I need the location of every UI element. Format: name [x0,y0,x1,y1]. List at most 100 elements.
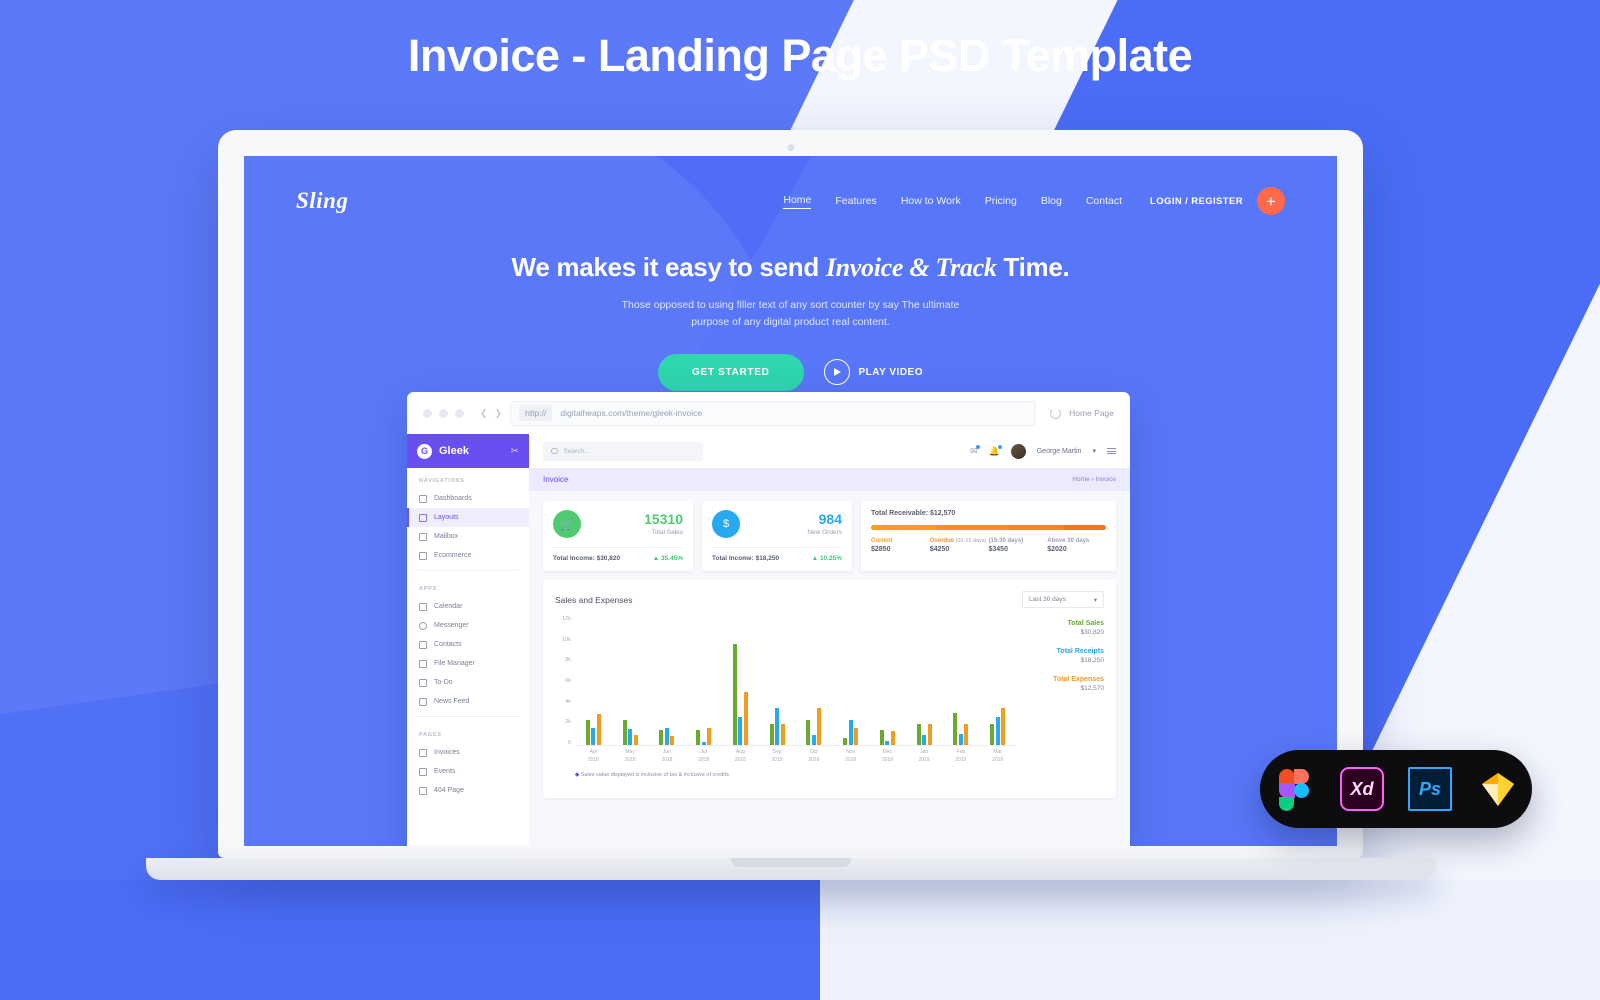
bar-group [732,644,748,745]
sidebar-item-news-feed[interactable]: News Feed [407,692,529,711]
legend-value: $18,250 [1080,657,1105,664]
bar-group [916,723,932,745]
chart-note: ◆ Sales value displayed is inclusive of … [575,772,1016,778]
x-tick-label: Jun 2018 [661,749,673,763]
nav-item-pricing[interactable]: Pricing [985,195,1017,207]
segment-15-30 [1007,525,1064,530]
segment-label: Current [871,538,893,544]
receivable-col-above-30: Above 30 days $2020 [1047,538,1106,553]
login-register-link[interactable]: LOGIN / REGISTER [1150,196,1243,207]
minimize-icon[interactable] [439,408,448,418]
search-icon [551,447,558,455]
play-video-button[interactable]: PLAY VIDEO [823,359,923,386]
bar [885,740,890,745]
y-tick-label: 10k [562,636,571,643]
nav-item-contact[interactable]: Contact [1086,195,1122,207]
nav-item-how-to-work[interactable]: How to Work [901,195,961,207]
plus-icon[interactable]: + [1257,187,1285,215]
date-range-value: Last 30 days [1029,596,1066,603]
laptop-body: Sling Home Features How to Work Pricing … [218,130,1363,858]
user-name[interactable]: George Martin [1037,448,1082,455]
close-icon[interactable] [423,408,432,418]
stat-income: Total Income: $18,250 [712,555,780,562]
headline-part-2: Time. [996,252,1070,282]
hamburger-menu-icon[interactable] [1107,448,1116,454]
forward-arrow-icon[interactable]: ❯ [495,408,503,419]
legend-item-total-receipts: Total Receipts $18,250 [1024,648,1104,664]
bar [890,731,895,745]
bar [811,734,816,745]
sidebar-item-messenger[interactable]: Messenger [407,616,529,635]
hero-subtext-line-2: purpose of any digital product real cont… [691,316,890,329]
x-tick-label: Feb 2019 [955,749,967,763]
address-text: digitalheaps.com/theme/gleek-invoice [560,408,703,418]
sidebar-item-ecommerce[interactable]: Ecommerce [407,546,529,565]
get-started-button[interactable]: GET STARTED [658,353,804,391]
segment-value: $4250 [929,546,950,553]
dashboard-topbar: Search... ✉ 🔔 George Martin ▾ [529,434,1130,468]
x-tick-label: Oct 2018 [808,749,820,763]
chart-bars [575,616,1016,746]
bar-group [585,713,601,745]
breadcrumb-path[interactable]: Home › Invoice [1072,476,1116,483]
sidebar-label: Dashboards [434,495,472,502]
headline-part-1: We makes it easy to send [511,252,826,282]
sketch-icon[interactable] [1476,767,1520,811]
sidebar-label: Calendar [434,603,463,610]
segment-value: $2850 [871,546,891,553]
bar [854,727,859,745]
bar [990,723,995,745]
page-heading: Invoice [543,475,569,484]
avatar[interactable] [1010,443,1026,459]
home-page-label[interactable]: Home Page [1069,408,1114,418]
reload-icon[interactable] [1050,407,1062,419]
bar-group [622,720,638,745]
messages-icon[interactable]: ✉ [970,444,980,457]
chart-title: Sales and Expenses [555,594,633,605]
back-arrow-icon[interactable]: ❮ [480,408,488,419]
chevron-down-icon[interactable]: ▾ [1092,447,1096,455]
headline-emphasis: Invoice & Track [825,253,997,282]
photoshop-icon[interactable]: Ps [1408,767,1452,811]
bar-group [806,708,822,745]
figma-icon[interactable] [1272,767,1316,811]
y-tick-label: 8k [565,657,571,664]
address-bar[interactable]: http:// digitalheaps.com/theme/gleek-inv… [510,400,1037,426]
nav-item-blog[interactable]: Blog [1041,195,1062,207]
x-tick-label: Dec 2018 [881,749,893,763]
hero-subtext-line-1: Those opposed to using filler text of an… [621,299,960,311]
x-tick-label: Jul 2018 [698,749,710,763]
gleek-brand-name: Gleek [439,445,469,457]
receivable-col-overdue: Overdue (01-15 days) $4250 [930,538,989,553]
sidebar-item-dashboards[interactable]: Dashboards [407,489,529,508]
sidebar-item-contacts[interactable]: Contacts [407,635,529,654]
sidebar-item-404-page[interactable]: 404 Page [407,781,529,800]
sidebar-label: Invoices [434,749,460,756]
brand-logo[interactable]: Sling [296,188,348,214]
sidebar-item-layouts[interactable]: Layouts [407,508,529,527]
search-input[interactable]: Search... [543,441,703,461]
nav-item-features[interactable]: Features [835,195,876,207]
sidebar-item-file-manager[interactable]: File Manager [407,654,529,673]
settings-tool-icon[interactable]: ✂ [511,446,519,457]
receivable-card: Total Receivable: $12,570 Current $2850 … [861,501,1116,571]
sidebar-label: Ecommerce [434,552,472,559]
sidebar-item-invoices[interactable]: Invoices [407,743,529,762]
sidebar-section-pages: PAGES [419,732,442,738]
sidebar-section-apps: APPS [419,586,438,592]
sidebar-item-to-do[interactable]: To-Do [407,673,529,692]
nav-item-home[interactable]: Home [783,194,812,209]
date-range-select[interactable]: Last 30 days ▾ [1022,591,1104,608]
y-tick-label: 12k [562,616,571,622]
chart-body: 12k 10k 8k 6k 4k 2k 0 Apr 2018 May 2018 Jun 2018 Jul… [555,616,1104,792]
notifications-bell-icon[interactable]: 🔔 [989,444,1002,457]
sidebar-item-mailbox[interactable]: Mailbox [407,527,529,546]
chart-header: Sales and Expenses Last 30 days ▾ [555,591,1104,608]
bar-group [843,720,859,745]
adobe-xd-icon[interactable]: Xd [1340,767,1384,811]
sidebar-item-events[interactable]: Events [407,762,529,781]
sidebar-item-calendar[interactable]: Calendar [407,597,529,616]
maximize-icon[interactable] [455,408,464,418]
bar [628,729,633,745]
bar [964,724,969,745]
